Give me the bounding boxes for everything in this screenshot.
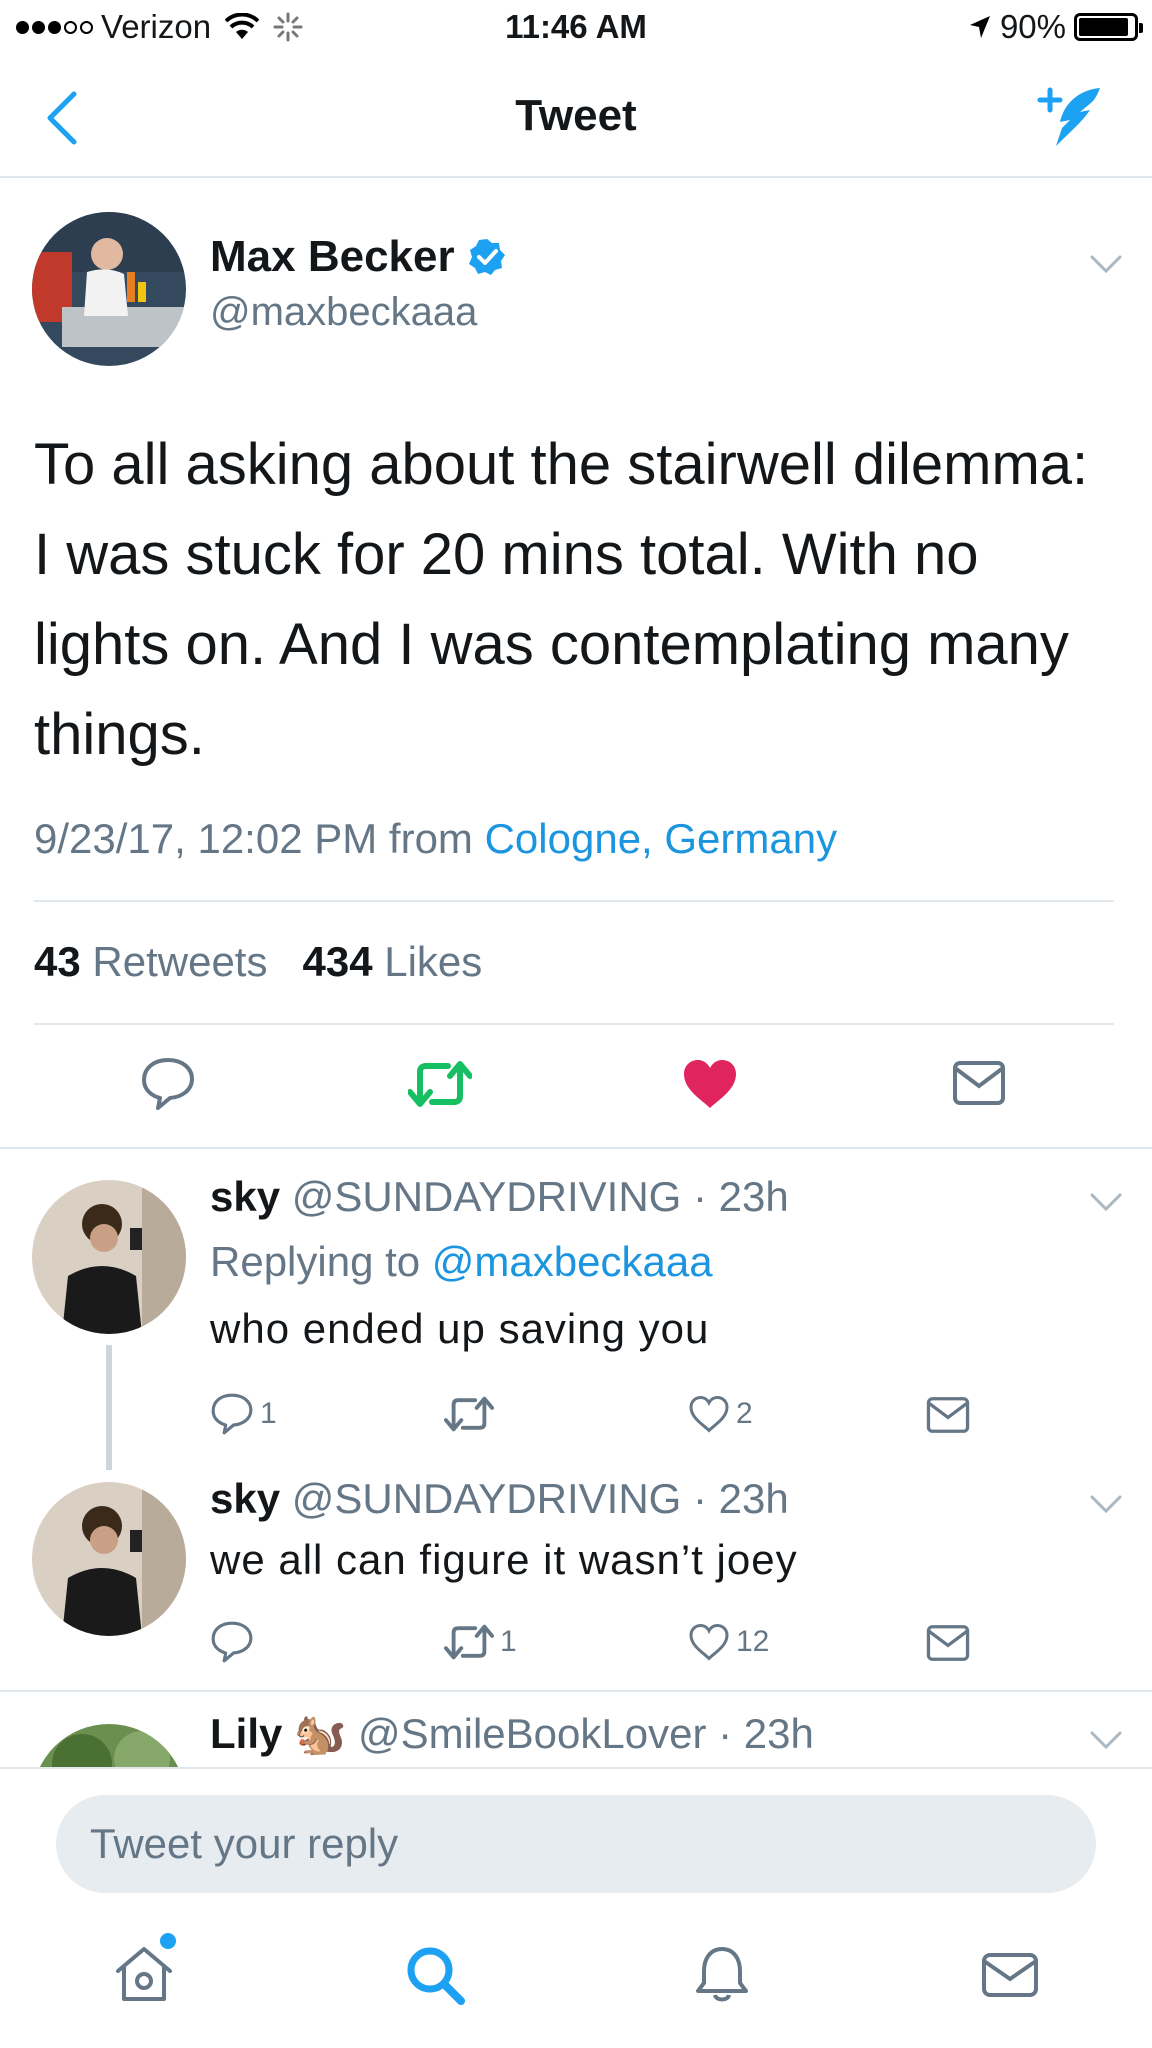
author-name-row: Max Becker — [210, 232, 507, 282]
reply-time: 23h — [718, 1475, 789, 1522]
divider — [34, 1023, 1114, 1025]
notifications-icon — [696, 1947, 748, 2002]
status-right: 90% — [968, 8, 1143, 46]
location-arrow-icon — [969, 16, 990, 38]
reply-input[interactable] — [56, 1795, 1096, 1893]
reply-author-name[interactable]: Lily — [210, 1710, 282, 1757]
tweet-meta: 9/23/17, 12:02 PM from Cologne, Germany — [34, 815, 837, 863]
chevron-down-icon[interactable] — [1088, 252, 1124, 276]
nav-bar: Tweet — [0, 58, 1152, 178]
reply-header: Lily 🐿️ @SmileBookLover · 23h — [210, 1710, 814, 1759]
reply-like-action[interactable]: 2 — [688, 1394, 753, 1434]
reply-retweet-action[interactable] — [444, 1394, 500, 1434]
like-count: 2 — [736, 1397, 753, 1430]
divider — [0, 1147, 1152, 1149]
separator-dot: · — [693, 1475, 707, 1522]
like-label: Likes — [384, 938, 483, 985]
messages-icon — [982, 1953, 1038, 1997]
reply-author-handle[interactable]: @SmileBookLover — [358, 1710, 706, 1757]
tweet-date: 9/23/17, 12:02 PM — [34, 815, 378, 862]
reply-header: sky @SUNDAYDRIVING · 23h — [210, 1173, 789, 1221]
like-count: 12 — [736, 1625, 770, 1658]
reply-icon — [211, 1621, 253, 1663]
chevron-down-icon[interactable] — [1088, 1190, 1124, 1214]
like-heart-icon[interactable] — [682, 1058, 738, 1110]
heart-icon — [689, 1395, 729, 1433]
reply-count: 1 — [260, 1397, 277, 1430]
compose-tweet-icon[interactable] — [1030, 82, 1108, 152]
reply-author-name[interactable]: sky — [210, 1475, 280, 1522]
separator-dot: · — [718, 1710, 733, 1757]
reply-3-clip: Lily 🐿️ @SmileBookLover · 23h — [0, 1692, 1152, 1767]
retweets-stat[interactable]: 43 Retweets — [34, 938, 267, 985]
thread-line — [106, 1345, 112, 1470]
retweet-count: 43 — [34, 938, 81, 985]
direct-message-icon[interactable] — [952, 1060, 1006, 1106]
reply-reply-action[interactable] — [210, 1620, 260, 1664]
reply-author-name[interactable]: sky — [210, 1173, 280, 1220]
reply-avatar[interactable] — [32, 1724, 186, 1767]
reply-time: 23h — [718, 1173, 789, 1220]
tab-home[interactable] — [112, 1933, 176, 2012]
chevron-down-icon[interactable] — [1088, 1728, 1124, 1752]
reply-retweet-action[interactable]: 1 — [444, 1622, 517, 1662]
verified-badge-icon — [468, 239, 505, 275]
retweet-icon — [444, 1624, 494, 1660]
reply-icon[interactable] — [140, 1056, 196, 1112]
from-label: from — [388, 815, 473, 862]
author-avatar[interactable] — [32, 212, 186, 366]
chevron-down-icon[interactable] — [1088, 1492, 1124, 1516]
replying-to-handle[interactable]: @maxbeckaaa — [432, 1238, 713, 1285]
reply-like-action[interactable]: 12 — [688, 1622, 769, 1662]
tweet-actions — [0, 1050, 1152, 1120]
search-icon — [407, 1947, 465, 2005]
reply-avatar[interactable] — [32, 1482, 186, 1636]
like-count: 434 — [302, 938, 373, 985]
retweet-icon — [444, 1396, 494, 1432]
home-icon — [116, 1947, 172, 2001]
new-tweets-dot — [160, 1933, 176, 1949]
likes-stat[interactable]: 434 Likes — [302, 938, 482, 985]
tab-bar — [0, 1905, 1152, 2048]
reply-reply-action[interactable]: 1 — [210, 1392, 277, 1436]
battery-icon — [1074, 13, 1143, 41]
status-bar: Verizon 11:46 AM 90% — [0, 0, 1152, 58]
reply-avatar[interactable] — [32, 1180, 186, 1334]
tweet-location-link[interactable]: Cologne, Germany — [485, 815, 838, 862]
author-handle[interactable]: @maxbeckaaa — [210, 290, 477, 335]
tab-notifications[interactable] — [690, 1943, 754, 2012]
reply-composer-bar — [0, 1767, 1152, 1893]
direct-message-icon[interactable] — [926, 1396, 970, 1434]
tweet-stats: 43 Retweets 434 Likes — [34, 938, 482, 986]
reply-author-handle[interactable]: @SUNDAYDRIVING — [292, 1173, 682, 1220]
separator-dot: · — [693, 1173, 707, 1220]
divider — [34, 900, 1114, 902]
heart-icon — [689, 1623, 729, 1661]
reply-text: who ended up saving you — [210, 1305, 710, 1352]
replying-to-line: Replying to @maxbeckaaa — [210, 1238, 713, 1286]
retweet-label: Retweets — [92, 938, 268, 985]
page-title: Tweet — [515, 91, 637, 140]
reply-header: sky @SUNDAYDRIVING · 23h — [210, 1475, 789, 1523]
reply-author-handle[interactable]: @SUNDAYDRIVING — [292, 1475, 682, 1522]
retweet-count: 1 — [500, 1625, 517, 1658]
battery-percent: 90% — [999, 8, 1066, 45]
reply-icon — [211, 1393, 253, 1435]
reply-time: 23h — [743, 1710, 814, 1757]
author-name[interactable]: Max Becker — [210, 232, 455, 282]
direct-message-icon[interactable] — [926, 1624, 970, 1662]
tab-search[interactable] — [403, 1943, 467, 2012]
tweet-text: To all asking about the stairwell dilemm… — [34, 432, 1089, 767]
tab-messages[interactable] — [978, 1943, 1042, 2012]
squirrel-emoji: 🐿️ — [294, 1710, 347, 1757]
reply-text: we all can figure it wasn’t joey — [210, 1536, 798, 1583]
replying-to-label: Replying to — [210, 1238, 421, 1285]
retweet-icon[interactable] — [408, 1058, 472, 1110]
